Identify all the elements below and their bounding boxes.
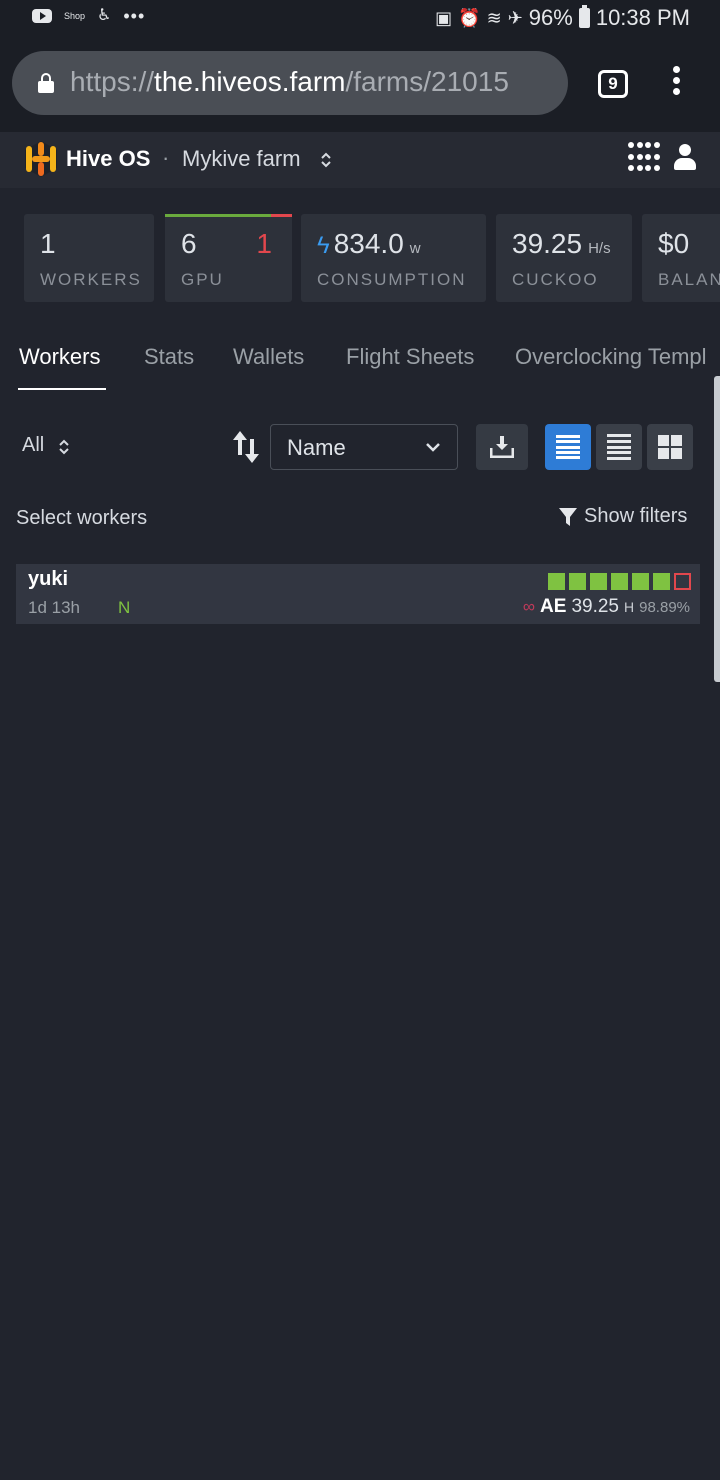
more-notifications-icon: ••• [123,6,146,26]
tab-overclocking-templates[interactable]: Overclocking Templ [515,344,707,370]
worker-gpu-brand: N [118,598,131,617]
compact-list-view-button[interactable] [596,424,642,470]
hashrate-algo-label: CUCKOO [512,270,599,289]
gpu-offline-count: 1 [256,228,272,259]
consumption-value-wrap: ϟ 834.0 w [317,228,421,260]
worker-algo: AE [540,596,567,617]
worker-hashrate: ∞ AE 39.25 H 98.89% [523,596,690,618]
worker-hash-unit: H [624,599,635,615]
hashrate-value-wrap: 39.25 H/s [512,228,611,260]
wifi-icon: ≋ [486,7,502,28]
status-right: ▣ ⏰ ≋ ✈ 96% 10:38 PM [435,5,690,31]
battery-percent: 96% [528,5,573,30]
worker-name[interactable]: yuki [28,568,68,591]
sort-by-select[interactable]: Name [270,424,458,470]
select-workers-link[interactable]: Select workers [16,507,147,530]
tab-switcher-button[interactable]: 9 [598,70,628,98]
app-header: Hive OS · Mykive farm [0,132,720,188]
download-button[interactable] [476,424,528,470]
url-scheme: https:// [70,66,155,97]
tiles-view-icon [658,435,682,459]
filter-chevrons-icon[interactable] [58,438,70,456]
url-path: /farms/21015 [345,66,509,97]
airplane-icon: ✈ [507,7,523,28]
list-view-button[interactable] [545,424,591,470]
gpu-online-indicator [569,573,586,590]
sort-by-value: Name [287,435,346,460]
active-tab-indicator [18,388,106,390]
download-icon [490,436,514,458]
tiles-view-button[interactable] [647,424,693,470]
workers-label: WORKERS [40,270,142,289]
filter-funnel-icon [559,507,577,526]
gpu-online-indicator [653,573,670,590]
tab-workers[interactable]: Workers [19,344,101,370]
header-separator: · [162,145,170,170]
address-bar[interactable]: https://the.hiveos.farm/farms/21015 [12,51,568,115]
tab-wallets[interactable]: Wallets [233,344,304,370]
hive-logo-icon[interactable] [23,140,59,178]
lockscreen-icon: ▣ [435,7,453,28]
consumption-card[interactable]: ϟ 834.0 w CONSUMPTION [301,214,486,302]
chevron-down-icon [426,443,440,452]
workers-card[interactable]: 1 WORKERS [24,214,154,302]
alarm-icon: ⏰ [458,7,481,28]
apps-grid-icon[interactable] [628,142,660,174]
stats-cards: 1 WORKERS 6 1 GPU ϟ 834.0 w CONSUMPTION 39… [0,214,720,302]
gpu-online-indicator [548,573,565,590]
shop-icon: Shop [64,11,86,21]
farm-switch-chevrons-icon[interactable] [320,150,332,170]
url-text[interactable]: https://the.hiveos.farm/farms/21015 [70,66,509,98]
show-filters-label: Show filters [584,505,688,527]
consumption-value: 834.0 [333,228,404,259]
balance-label: BALAN [658,270,720,289]
worker-hashrate-value: 39.25 [571,596,619,617]
youtube-icon [32,9,52,23]
gpu-offline-indicator [674,573,691,590]
balance-card[interactable]: $0 BALAN [642,214,720,302]
worker-filter-select[interactable]: All [22,434,44,457]
lock-icon [38,73,54,93]
gpu-online-indicator [632,573,649,590]
accessibility-icon: ♿ [97,7,112,24]
gpu-online-indicator [590,573,607,590]
farm-tabs: Workers Stats Wallets Flight Sheets Over… [0,338,720,392]
battery-icon [578,5,590,28]
worker-row[interactable]: yuki 1d 13h N ∞ AE 39.25 H 98.89% [16,564,700,624]
status-left-icons: Shop ♿ ••• [32,6,146,26]
consumption-unit: w [409,240,421,257]
gpu-status-bar [165,214,292,217]
worker-accepted-share: 98.89% [639,599,690,616]
user-account-icon[interactable] [674,144,696,172]
gpu-label: GPU [181,270,224,289]
balance-value: $0 [658,228,690,259]
hashrate-value: 39.25 [512,228,583,259]
worker-uptime: 1d 13h [28,598,80,617]
brand-name[interactable]: Hive OS [66,146,150,172]
clock: 10:38 PM [595,5,690,30]
workers-count: 1 [40,228,56,259]
tab-stats[interactable]: Stats [144,344,194,370]
gpu-count: 6 [181,228,197,259]
page-scrollbar[interactable] [714,376,720,682]
url-host: the.hiveos.farm [154,66,346,97]
hashrate-unit: H/s [588,240,611,257]
farm-selector[interactable]: Mykive farm [182,146,301,172]
list-view-icon [556,435,580,459]
browser-toolbar: https://the.hiveos.farm/farms/21015 9 [0,36,720,132]
gpu-card[interactable]: 6 1 GPU [165,214,292,302]
compact-list-icon [607,434,631,460]
browser-menu-icon[interactable] [664,66,688,102]
show-filters-button[interactable]: Show filters [558,505,687,528]
infinity-icon: ∞ [522,597,536,616]
status-bar: Shop ♿ ••• ▣ ⏰ ≋ ✈ 96% 10:38 PM [0,0,720,36]
tab-flight-sheets[interactable]: Flight Sheets [346,344,474,370]
worker-gpu-status [548,573,691,590]
gpu-online-indicator [611,573,628,590]
hashrate-card[interactable]: 39.25 H/s CUCKOO [496,214,632,302]
consumption-label: CONSUMPTION [317,270,467,289]
lightning-icon: ϟ [317,232,330,259]
sort-direction-icon[interactable] [233,431,259,463]
